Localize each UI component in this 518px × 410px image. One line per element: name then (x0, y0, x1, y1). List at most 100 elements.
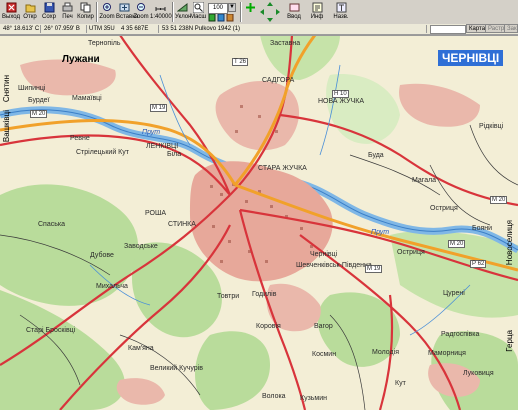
name-button[interactable]: Назв. (330, 1, 352, 23)
road-label-p62: Р 62 (470, 260, 487, 268)
print-button[interactable]: Печ (59, 1, 76, 23)
road-label-m20b: М 20 (448, 240, 466, 248)
print-label: Печ (62, 14, 73, 20)
info-icon (312, 2, 322, 13)
pan-arrows-icon (260, 2, 280, 22)
zoom-out-button[interactable]: Zoom (133, 1, 149, 23)
search-label: Масш (190, 14, 207, 20)
label-luzhany: Лужани (62, 54, 100, 65)
label-sadhora: САДГОРА (262, 77, 295, 84)
plus-icon (245, 3, 255, 12)
zoom-out-label: Zoom (133, 14, 149, 20)
road-label-t26: Т 26 (232, 58, 249, 66)
city-title: ЧЕРНІВЦІ (438, 50, 504, 66)
insert-icon (119, 3, 129, 12)
label-revne: Ревне (70, 135, 90, 142)
road-label-m20c: М 20 (490, 196, 508, 204)
label-buda: Буда (368, 152, 384, 159)
chevron-down-icon: ▼ (229, 4, 235, 10)
zoom-in-button[interactable]: Zoom (99, 1, 115, 23)
input-icon (289, 3, 299, 12)
scale-button[interactable]: 1:40000 (150, 1, 172, 23)
open-button[interactable]: Откр (21, 1, 39, 23)
label-stari-broskivtsi: Старі Бросківці (26, 327, 76, 334)
road-label-m20a: М 20 (30, 110, 48, 118)
label-kut: Кут (395, 380, 406, 387)
label-stynka: СТИНКА (168, 221, 196, 228)
map-mode-buttons (208, 13, 236, 23)
save-label: Сохр (42, 14, 56, 20)
label-ridkivtsi: Рідківці (479, 123, 504, 130)
label-burdei: Бурдеї (28, 97, 50, 104)
label-pivdenna: Шевченківськ-Південна (296, 262, 372, 269)
printer-icon (62, 2, 73, 12)
insert-button[interactable]: Вставка (116, 1, 138, 23)
latitude-readout: 48° 18.613' С (3, 26, 40, 32)
label-prut-2: Прут (371, 229, 390, 236)
save-button[interactable]: Сохр (40, 1, 58, 23)
input-button[interactable]: Ввод (284, 1, 304, 23)
label-hertsa: Герца (505, 330, 514, 352)
road-label-h10: Н 10 (332, 90, 349, 98)
label-kamiana: Кам'яна (128, 345, 154, 352)
label-mykhalcha: Михальча (96, 283, 128, 290)
label-sniatyn: Снятин (2, 75, 11, 103)
label-chernivtsi-small: Чернівці (310, 251, 338, 258)
label-dubove: Дубове (90, 252, 114, 259)
label-boyany: Бояни (472, 225, 493, 232)
input-label: Ввод (287, 14, 301, 20)
zoom-in-label: Zoom (99, 14, 115, 20)
label-vashkivtsi: Вашківці (2, 110, 11, 143)
zoom-level-field[interactable]: 100 (208, 3, 228, 14)
label-kosmyn: Космин (312, 351, 337, 358)
label-shypyntsi: Шипинці (18, 85, 46, 92)
label-zavodske: Заводське (124, 243, 158, 250)
label-ternopil: Тернопіль (88, 40, 121, 47)
toolbar-separator (96, 2, 98, 22)
label-mamaivtsi: Мамаївці (72, 95, 102, 102)
info-label: Инф (310, 14, 324, 20)
slope-button[interactable]: Уклон (175, 1, 192, 23)
label-radhospivka: Радгоспівка (441, 331, 480, 338)
exit-button[interactable]: Выход (2, 1, 20, 23)
name-icon (336, 2, 346, 13)
label-vagor: Вагор (314, 323, 333, 330)
zoom-in-icon (102, 3, 111, 11)
map-canvas[interactable]: ЧЕРНІВЦІ Лужани Тернопіль Заставна САДГО… (0, 35, 518, 410)
label-rosha: РОША (145, 210, 167, 217)
utm-zone: UTM 35U (89, 26, 115, 32)
tool-button[interactable] (243, 1, 257, 23)
label-prut-1: Прут (142, 129, 161, 136)
exit-label: Выход (2, 14, 20, 20)
pan-control[interactable] (258, 1, 282, 23)
scale-icon (155, 7, 165, 11)
close-button[interactable]: Закр (504, 24, 518, 33)
northing-readout: 53 51 238N Pulkovo 1942 (1) (162, 26, 241, 32)
label-striletskyi-kut: Стрілецький Кут (76, 149, 129, 156)
label-korovia: Коровія (256, 323, 281, 330)
label-lenkivtsi: ЛЕНКІВЦІ (146, 143, 179, 150)
slope-label: Уклон (175, 14, 192, 20)
map-viewer-window: Выход Откр Сохр Печ Копир Zoom Вставка Z… (0, 0, 518, 410)
scale-label: 1:40000 (150, 14, 172, 20)
folder-icon (25, 4, 35, 13)
label-voloka: Волока (262, 393, 286, 400)
road-label-m19b: М 19 (365, 265, 383, 273)
label-bila: Біла (167, 151, 182, 158)
status-input[interactable] (430, 25, 466, 34)
label-kuzmyn: Кузьмин (300, 395, 328, 402)
road-label-m19: М 19 (150, 104, 168, 112)
easting-readout: 4 35 687E (121, 26, 149, 32)
copy-button[interactable]: Копир (77, 1, 94, 23)
label-tsureni: Цурені (443, 290, 465, 297)
search-button[interactable]: Масш (190, 1, 206, 23)
label-velykyi-kuchuriv: Великий Кучурів (150, 365, 203, 372)
zoom-dropdown-button[interactable]: ▼ (228, 3, 236, 12)
toolbar: Выход Откр Сохр Печ Копир Zoom Вставка Z… (0, 0, 518, 25)
label-lukovytsia: Луковиця (463, 370, 494, 377)
toolbar-separator (240, 2, 242, 22)
longitude-readout: 26° 07.959' В (44, 26, 80, 32)
label-ostrytsia-2: Остриця (397, 249, 425, 256)
label-tovtry: Товтри (217, 293, 240, 300)
info-button[interactable]: Инф (306, 1, 328, 23)
